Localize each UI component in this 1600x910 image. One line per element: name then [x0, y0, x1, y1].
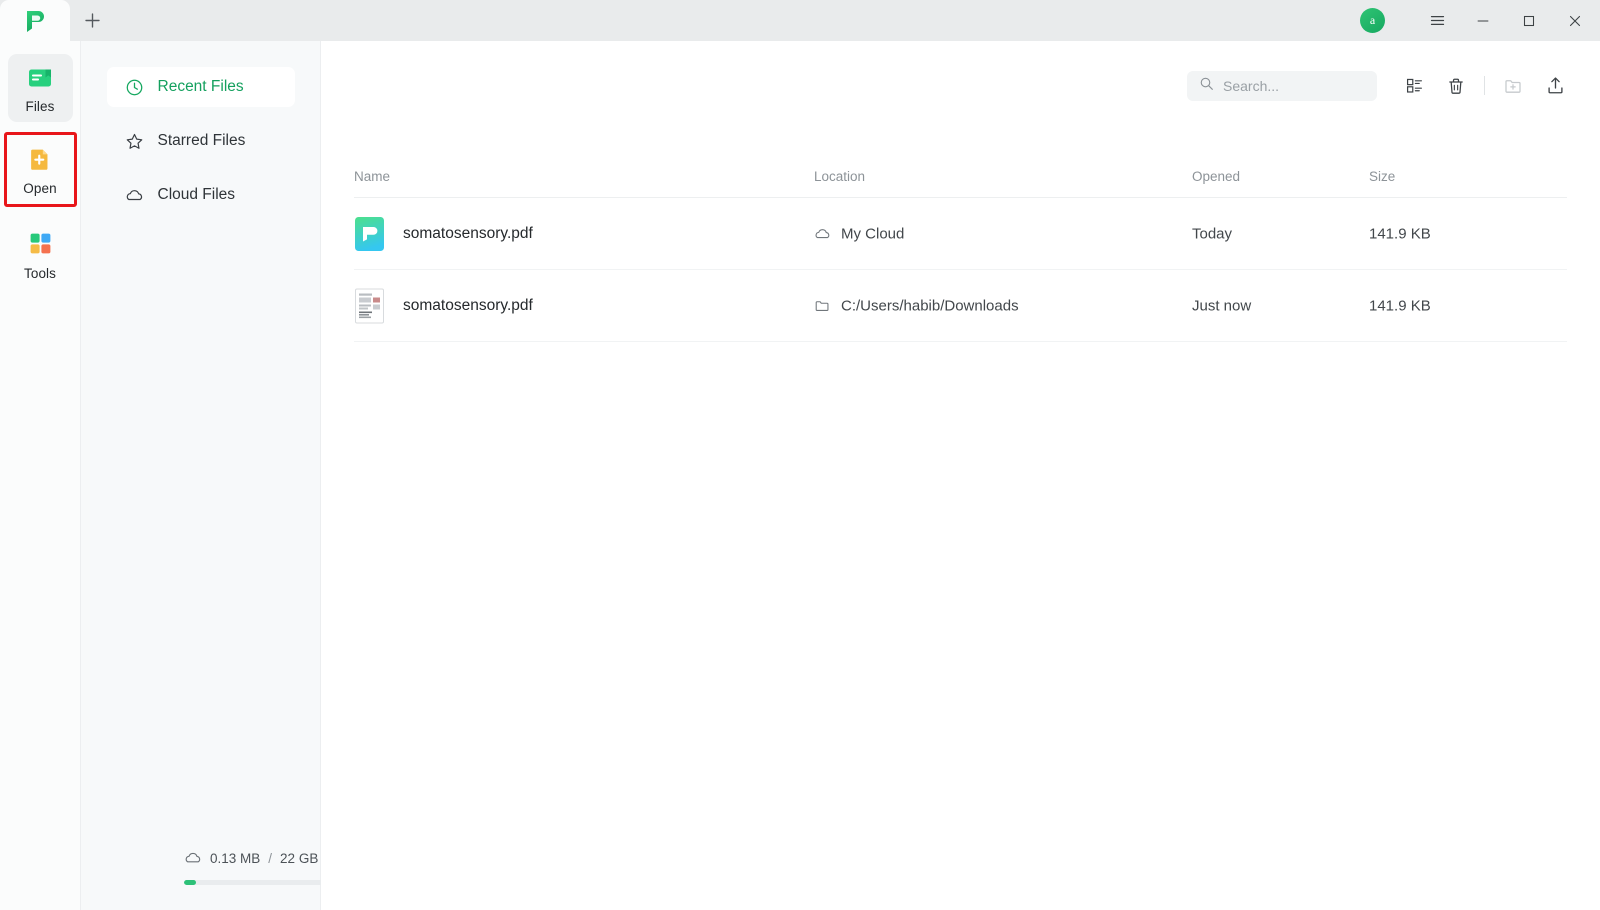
star-icon — [125, 132, 144, 151]
file-opened: Today — [1192, 225, 1233, 242]
folder-icon — [814, 297, 831, 314]
table-header: Name Location Opened Size — [354, 162, 1567, 198]
left-rail: Files Open Tools — [0, 41, 81, 910]
plus-icon — [84, 13, 100, 28]
cloud-icon — [814, 225, 831, 242]
sidebar-item-tools[interactable]: Tools — [8, 221, 73, 289]
sidebar-item-label: Open — [23, 181, 57, 196]
clock-icon — [125, 78, 144, 97]
sidebar-item-label: Starred Files — [157, 132, 246, 149]
open-plus-icon — [25, 145, 55, 175]
pdfelement-logo-icon — [22, 8, 48, 34]
avatar[interactable]: a — [1360, 8, 1385, 33]
table-row[interactable]: somatosensory.pdf My Cloud Today 141.9 K… — [354, 198, 1567, 270]
storage-total: 22 GB — [280, 851, 319, 866]
column-header-opened[interactable]: Opened — [1192, 169, 1240, 184]
cloud-icon — [184, 849, 203, 868]
app-tab[interactable] — [0, 0, 70, 41]
nav-column: Recent Files Starred Files Cloud Files 0… — [81, 41, 380, 910]
pdf-cloud-file-icon — [354, 216, 385, 252]
tools-grid-icon — [25, 230, 55, 260]
sidebar-item-files[interactable]: Files — [7, 54, 73, 122]
upload-icon[interactable] — [1534, 65, 1576, 107]
file-name: somatosensory.pdf — [403, 224, 533, 242]
titlebar-drag-area — [114, 0, 1360, 41]
window-controls: a — [1360, 0, 1600, 41]
trash-icon[interactable] — [1435, 65, 1477, 107]
close-icon[interactable] — [1552, 0, 1598, 41]
new-folder-icon[interactable] — [1492, 65, 1534, 107]
column-header-name[interactable]: Name — [354, 169, 390, 184]
title-bar: a — [0, 0, 1600, 41]
minimize-icon[interactable] — [1460, 0, 1506, 41]
pdf-thumbnail-file-icon — [354, 288, 385, 324]
sidebar-item-starred-files[interactable]: Starred Files — [107, 121, 295, 161]
main-panel: Name Location Opened Size somatosen — [321, 41, 1600, 910]
storage-used: 0.13 MB — [210, 851, 261, 866]
cloud-icon — [125, 186, 144, 205]
sidebar-item-label: Tools — [23, 266, 56, 281]
file-size: 141.9 KB — [1369, 225, 1431, 242]
column-header-location[interactable]: Location — [814, 169, 865, 184]
file-name-cell: somatosensory.pdf — [354, 216, 533, 252]
sidebar-item-label: Cloud Files — [157, 186, 236, 203]
file-name-cell: somatosensory.pdf — [354, 288, 533, 324]
maximize-icon[interactable] — [1506, 0, 1552, 41]
search-box[interactable] — [1187, 70, 1377, 101]
file-size: 141.9 KB — [1369, 297, 1431, 314]
toolbar-divider — [1484, 76, 1485, 95]
list-view-icon[interactable] — [1393, 65, 1435, 107]
file-location-cell: My Cloud — [814, 225, 904, 242]
sidebar-item-label: Recent Files — [157, 78, 244, 95]
file-location: My Cloud — [841, 225, 905, 242]
sidebar-item-label: Files — [25, 99, 55, 114]
sidebar-item-open[interactable]: Open — [3, 132, 77, 207]
file-location-cell: C:/Users/habib/Downloads — [814, 297, 1019, 314]
search-icon — [1199, 76, 1214, 96]
search-input[interactable] — [1223, 77, 1363, 94]
file-location: C:/Users/habib/Downloads — [841, 297, 1019, 314]
files-icon — [25, 63, 55, 93]
content-toolbar — [321, 41, 1600, 130]
table-row[interactable]: somatosensory.pdf C:/Users/habib/Downloa… — [354, 270, 1567, 342]
storage-separator: / — [268, 851, 273, 866]
sidebar-item-recent-files[interactable]: Recent Files — [106, 67, 295, 107]
file-name: somatosensory.pdf — [403, 296, 533, 314]
column-header-size[interactable]: Size — [1369, 169, 1395, 184]
sidebar-item-cloud-files[interactable]: Cloud Files — [107, 175, 295, 215]
hamburger-menu-icon[interactable] — [1414, 0, 1460, 41]
file-opened: Just now — [1192, 297, 1252, 314]
new-tab-button[interactable] — [70, 0, 114, 41]
storage-progress-fill — [184, 880, 196, 885]
